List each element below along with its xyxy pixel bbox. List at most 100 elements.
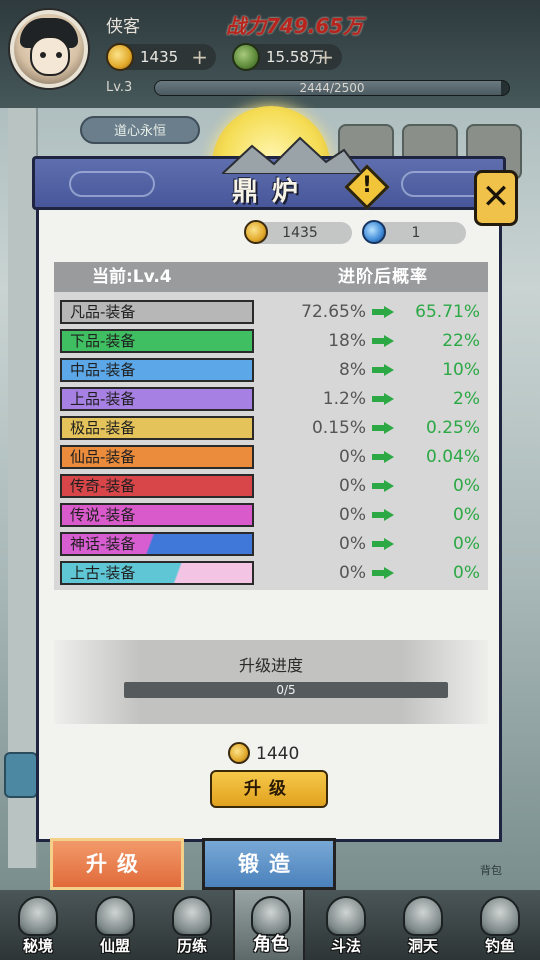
tier-label: 下品-装备 <box>60 329 254 353</box>
jade-value: 15.58万 <box>266 48 324 66</box>
tier-label: 上古-装备 <box>60 561 254 585</box>
nav-item-training[interactable]: 历练 <box>156 890 228 960</box>
probability-row: 上品-装备 1.2% 2% <box>54 385 488 414</box>
probability-table: 凡品-装备 72.65% 65.71% 下品-装备 18% 22% 中品-装备 8% 10% 上品… <box>54 292 488 590</box>
nav-label: 钓鱼 <box>484 937 515 955</box>
probability-row: 传说-装备 0% 0% <box>54 501 488 530</box>
jade-icon <box>232 43 260 71</box>
info-mark: ! <box>361 173 373 198</box>
nav-item-fishing[interactable]: 钓鱼 <box>464 890 536 960</box>
arrow-right-icon <box>372 480 394 492</box>
coin-value: 1435 <box>140 48 179 66</box>
fishing-icon <box>480 896 520 936</box>
arrow-right-icon <box>372 422 394 434</box>
cauldron-modal: 鼎炉 ! ✕ 1435 1 当前:Lv.4 进阶后概率 凡品-装备 72.65% 6… <box>32 136 518 844</box>
gem-icon <box>362 220 386 244</box>
probability-table-header: 当前:Lv.4 进阶后概率 <box>54 262 488 292</box>
progress-label: 升级进度 <box>238 656 303 675</box>
next-probability: 0% <box>453 505 480 525</box>
nav-item-character[interactable]: 角色 <box>233 890 305 960</box>
nav-label: 斗法 <box>330 937 361 955</box>
nav-item-duel[interactable]: 斗法 <box>310 890 382 960</box>
probability-row: 中品-装备 8% 10% <box>54 356 488 385</box>
tier-label: 传奇-装备 <box>60 474 254 498</box>
modal-coin-counter: 1435 <box>244 220 352 244</box>
tier-label: 传说-装备 <box>60 503 254 527</box>
tier-label: 神话-装备 <box>60 532 254 556</box>
nav-item-cave-heaven[interactable]: 洞天 <box>387 890 459 960</box>
probability-row: 神话-装备 0% 0% <box>54 530 488 559</box>
daoxin-badge[interactable]: 道心永恒 <box>80 116 200 144</box>
modal-gem-value: 1 <box>411 225 421 241</box>
xp-bar: 2444/2500 <box>154 80 510 96</box>
secret-realm-icon <box>18 896 58 936</box>
arrow-right-icon <box>372 306 394 318</box>
training-icon <box>172 896 212 936</box>
modal-coin-value: 1435 <box>282 225 318 241</box>
close-button[interactable]: ✕ <box>474 170 518 226</box>
player-avatar[interactable] <box>10 10 88 88</box>
arrow-right-icon <box>372 567 394 579</box>
combat-power: 战力749.65万 <box>226 14 364 38</box>
current-probability: 0% <box>339 534 366 554</box>
next-probability: 65.71% <box>415 302 480 322</box>
backpack-label[interactable]: 背包 <box>480 862 502 878</box>
current-probability: 0% <box>339 447 366 467</box>
upgrade-progress-panel: 升级进度 0/5 <box>54 640 488 724</box>
bottom-navigation: 秘境 仙盟 历练 角色 斗法 洞天 钓鱼 <box>0 890 540 960</box>
cave-heaven-icon <box>403 896 443 936</box>
upgrade-cost-value: 1440 <box>256 744 300 764</box>
nav-label: 洞天 <box>407 937 438 955</box>
arrow-right-icon <box>372 538 394 550</box>
next-probability: 10% <box>442 360 480 380</box>
tier-label: 上品-装备 <box>60 387 254 411</box>
jade-counter: 15.58万 + <box>232 43 342 71</box>
tab-upgrade[interactable]: 升级 <box>50 838 184 890</box>
current-level-label: 当前:Lv.4 <box>92 267 172 287</box>
tier-label: 极品-装备 <box>60 416 254 440</box>
next-probability: 22% <box>442 331 480 351</box>
nav-label: 仙盟 <box>99 937 130 955</box>
immortal-alliance-icon <box>95 896 135 936</box>
probability-row: 上古-装备 0% 0% <box>54 559 488 588</box>
modal-gem-counter: 1 <box>362 220 466 244</box>
player-status-bar: 侠客 战力749.65万 1435 + 15.58万 + Lv.3 2444/2… <box>0 0 540 108</box>
current-probability: 72.65% <box>301 302 366 322</box>
current-probability: 18% <box>328 331 366 351</box>
arrow-right-icon <box>372 509 394 521</box>
player-level: Lv.3 <box>106 80 133 95</box>
upgrade-button[interactable]: 升级 <box>210 770 328 808</box>
nav-label: 历练 <box>176 937 207 955</box>
tab-forge[interactable]: 锻造 <box>202 838 336 890</box>
xp-text: 2444/2500 <box>299 81 365 95</box>
nav-label: 秘境 <box>22 937 53 955</box>
next-probability: 2% <box>453 389 480 409</box>
current-probability: 0% <box>339 563 366 583</box>
nav-item-immortal-alliance[interactable]: 仙盟 <box>79 890 151 960</box>
coin-icon <box>228 742 250 764</box>
mountain-decoration <box>222 136 362 174</box>
arrow-right-icon <box>372 451 394 463</box>
next-probability: 0% <box>453 563 480 583</box>
probability-row: 凡品-装备 72.65% 65.71% <box>54 298 488 327</box>
current-probability: 1.2% <box>322 389 366 409</box>
add-coins-button[interactable]: + <box>191 44 208 70</box>
arrow-right-icon <box>372 393 394 405</box>
add-jade-button[interactable]: + <box>317 44 334 70</box>
arrow-right-icon <box>372 364 394 376</box>
next-probability: 0% <box>453 476 480 496</box>
nav-label: 角色 <box>253 934 289 955</box>
arrow-right-icon <box>372 335 394 347</box>
current-probability: 8% <box>339 360 366 380</box>
tier-label: 仙品-装备 <box>60 445 254 469</box>
next-probability: 0.25% <box>425 418 480 438</box>
tier-label: 中品-装备 <box>60 358 254 382</box>
tier-label: 凡品-装备 <box>60 300 254 324</box>
current-probability: 0.15% <box>311 418 366 438</box>
probability-row: 下品-装备 18% 22% <box>54 327 488 356</box>
current-probability: 0% <box>339 505 366 525</box>
coin-counter: 1435 + <box>106 43 216 71</box>
nav-item-secret-realm[interactable]: 秘境 <box>2 890 74 960</box>
probability-row: 仙品-装备 0% 0.04% <box>54 443 488 472</box>
progress-text: 0/5 <box>276 683 296 697</box>
